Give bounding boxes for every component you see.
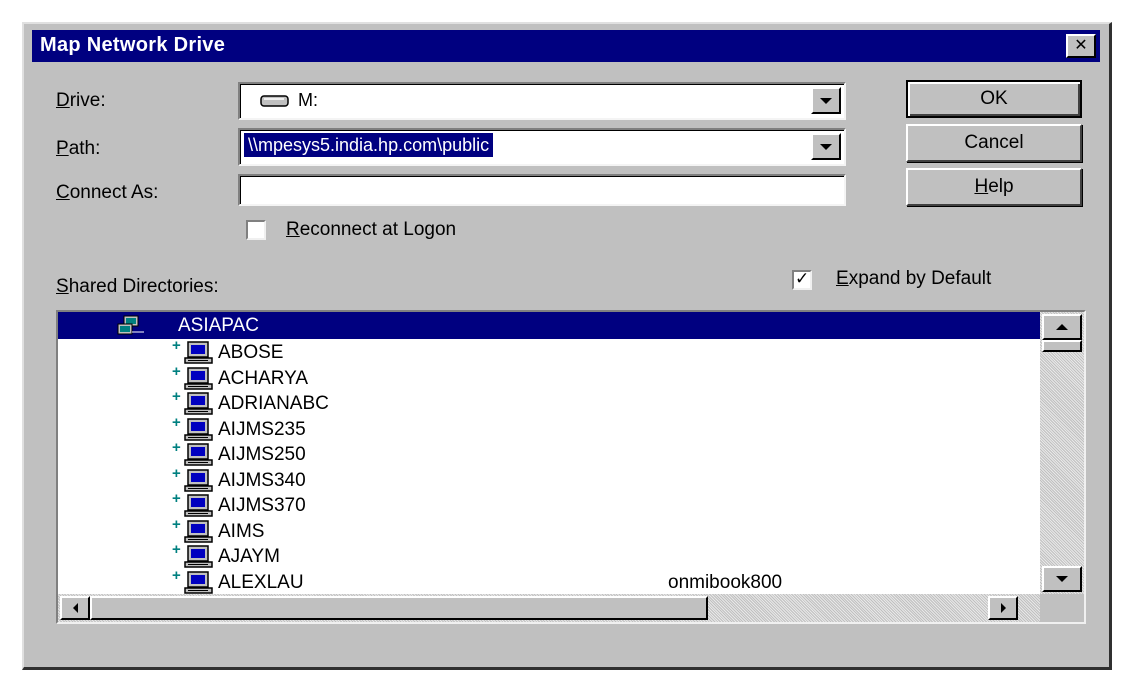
ok-button[interactable]: OK xyxy=(906,80,1082,118)
network-icon xyxy=(117,315,144,335)
expand-plus-icon[interactable]: + xyxy=(172,337,181,354)
reconnect-checkbox[interactable] xyxy=(246,220,266,240)
computer-icon xyxy=(184,519,213,543)
tree-item[interactable]: + AIJMS370 xyxy=(58,490,1040,519)
arrow-down-icon xyxy=(1056,576,1068,582)
computer-icon xyxy=(184,443,213,466)
reconnect-label[interactable]: Reconnect at Logon xyxy=(286,219,456,241)
tree-item-label: AJAYM xyxy=(218,546,280,567)
computer-icon xyxy=(184,392,213,415)
tree-item[interactable]: + AJAYM xyxy=(58,541,1040,570)
tree-item[interactable]: + ABOSE xyxy=(58,337,1040,366)
computer-icon xyxy=(184,468,213,492)
shared-directories-tree[interactable]: ASIAPAC + ABOSE + ACHARYA + ADRIANABC + AIJMS23… xyxy=(56,310,1086,624)
tree-item-label: AIJMS370 xyxy=(218,495,306,516)
tree-item-label: ALEXLAU xyxy=(218,571,304,593)
vertical-scrollbar[interactable] xyxy=(1040,312,1084,594)
scroll-left-button[interactable] xyxy=(60,596,90,620)
tree-root-row[interactable]: ASIAPAC xyxy=(58,312,1040,339)
map-network-drive-dialog: Map Network Drive ✕ Drive: M: Path: \\mp… xyxy=(22,22,1112,670)
expand-by-default-label[interactable]: Expand by Default xyxy=(836,268,991,290)
expand-plus-icon[interactable]: + xyxy=(172,363,181,380)
expand-plus-icon[interactable]: + xyxy=(172,490,181,507)
connect-as-label: Connect As: xyxy=(56,182,159,203)
path-value[interactable]: \\mpesys5.india.hp.com\public xyxy=(244,133,494,157)
scroll-up-button[interactable] xyxy=(1042,314,1082,340)
tree-item[interactable]: + AIMS xyxy=(58,516,1040,545)
scroll-right-button[interactable] xyxy=(988,596,1018,620)
computer-icon xyxy=(184,545,213,568)
expand-plus-icon[interactable]: + xyxy=(172,388,181,405)
expand-plus-icon[interactable]: + xyxy=(172,439,181,456)
expand-plus-icon[interactable]: + xyxy=(172,567,181,584)
checkmark-icon: ✓ xyxy=(795,269,810,288)
tree-item-label: ACHARYA xyxy=(218,367,309,389)
tree-item[interactable]: + ALEXLAU onmibook800 xyxy=(58,567,1040,595)
horizontal-scrollbar[interactable] xyxy=(58,594,1040,622)
help-button[interactable]: Help xyxy=(906,168,1082,206)
computer-icon xyxy=(184,341,213,364)
expand-plus-icon[interactable]: + xyxy=(172,414,181,431)
tree-item-label: AIJMS340 xyxy=(218,469,306,491)
chevron-down-icon xyxy=(820,97,832,104)
drive-icon xyxy=(260,95,289,107)
path-dropdown-button[interactable] xyxy=(811,133,841,160)
close-button[interactable]: ✕ xyxy=(1066,34,1096,58)
tree-item[interactable]: + AIJMS340 xyxy=(58,465,1040,494)
tree-item-label: ADRIANABC xyxy=(218,393,329,414)
scroll-down-button[interactable] xyxy=(1042,566,1082,592)
expand-plus-icon[interactable]: + xyxy=(172,541,181,558)
path-combobox[interactable]: \\mpesys5.india.hp.com\public xyxy=(238,128,846,166)
expand-plus-icon[interactable]: + xyxy=(172,516,181,533)
tree-item-label: AIJMS250 xyxy=(218,444,306,465)
computer-icon xyxy=(184,494,213,517)
dialog-title: Map Network Drive xyxy=(40,34,226,56)
tree-item-label: AIJMS235 xyxy=(218,418,306,440)
computer-icon xyxy=(184,417,213,441)
tree-item-label: AIMS xyxy=(218,520,265,542)
arrow-right-icon xyxy=(1000,603,1006,613)
tree-root-label: ASIAPAC xyxy=(178,315,259,336)
drive-value: M: xyxy=(298,90,318,110)
connect-as-input[interactable] xyxy=(238,174,846,206)
expand-plus-icon[interactable]: + xyxy=(172,465,181,482)
path-label: Path: xyxy=(56,138,101,159)
tree-item-comment: onmibook800 xyxy=(668,571,783,593)
shared-directories-label: Shared Directories: xyxy=(56,276,219,297)
cancel-button[interactable]: Cancel xyxy=(906,124,1082,162)
drive-combobox[interactable]: M: xyxy=(238,82,846,120)
tree-item[interactable]: + AIJMS250 xyxy=(58,439,1040,468)
scrollbar-corner xyxy=(1040,594,1084,622)
horizontal-scroll-thumb[interactable] xyxy=(90,596,708,620)
arrow-left-icon xyxy=(72,603,78,613)
chevron-down-icon xyxy=(820,143,832,150)
tree-item[interactable]: + ADRIANABC xyxy=(58,388,1040,417)
computer-icon xyxy=(184,570,213,594)
vertical-scroll-thumb[interactable] xyxy=(1042,340,1082,352)
tree-item[interactable]: + AIJMS235 xyxy=(58,414,1040,443)
close-icon: ✕ xyxy=(1074,37,1088,54)
computer-icon xyxy=(184,366,213,390)
expand-by-default-checkbox[interactable]: ✓ xyxy=(792,269,812,290)
drive-dropdown-button[interactable] xyxy=(811,87,841,114)
tree-item[interactable]: + ACHARYA xyxy=(58,363,1040,392)
title-bar[interactable]: Map Network Drive ✕ xyxy=(32,30,1100,62)
arrow-up-icon xyxy=(1056,324,1068,330)
drive-label: Drive: xyxy=(56,90,106,111)
tree-item-label: ABOSE xyxy=(218,342,284,363)
tree-rows: ASIAPAC + ABOSE + ACHARYA + ADRIANABC + AIJMS23… xyxy=(58,312,1040,594)
